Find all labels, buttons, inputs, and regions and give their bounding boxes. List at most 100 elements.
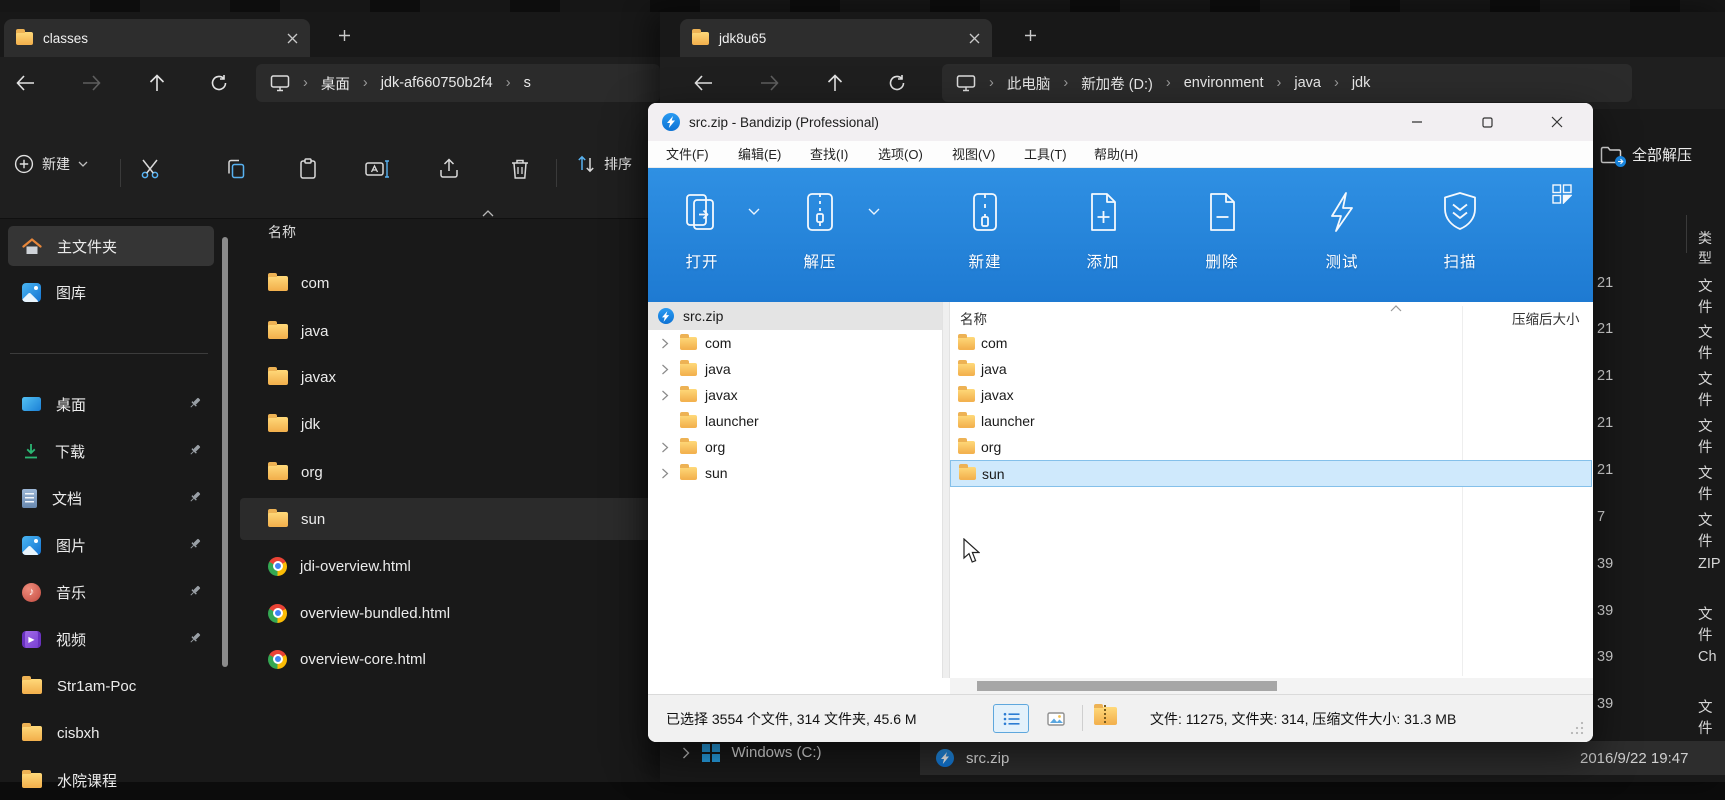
menu-find[interactable]: 查找(I) — [804, 141, 854, 168]
sidebar-item-gallery[interactable]: 图库 — [8, 272, 214, 312]
menu-view[interactable]: 视图(V) — [946, 141, 1001, 168]
breadcrumb-item-jdk[interactable]: jdk-af660750b2f4 — [381, 75, 493, 91]
extract-all-button[interactable]: 全部解压 — [1600, 144, 1692, 165]
horizontal-scrollbar[interactable] — [950, 678, 1593, 694]
column-header-type[interactable]: 类型 — [1698, 228, 1725, 268]
breadcrumb-item-desktop[interactable]: 桌面 — [321, 73, 350, 94]
file-row-peek[interactable]: 39 文件 — [1593, 603, 1725, 633]
new-archive-button[interactable]: 新建 — [939, 189, 1031, 272]
file-row-peek[interactable]: 21 文件 — [1593, 462, 1725, 492]
menu-file[interactable]: 文件(F) — [660, 141, 715, 168]
file-row-peek[interactable]: 21 文件 — [1593, 415, 1725, 445]
new-tab-icon[interactable] — [1024, 29, 1037, 42]
sidebar-scrollbar[interactable] — [222, 237, 228, 667]
archive-row-javax[interactable]: javax — [950, 382, 1592, 408]
up-icon[interactable] — [138, 66, 176, 100]
rename-icon[interactable] — [364, 157, 390, 181]
refresh-icon[interactable] — [878, 66, 916, 100]
share-icon[interactable] — [437, 157, 461, 181]
file-row-peek[interactable]: 39 ZIP — [1593, 556, 1725, 586]
add-button[interactable]: 添加 — [1057, 189, 1149, 272]
scrollbar-thumb[interactable] — [977, 681, 1277, 691]
tree-item-javax[interactable]: javax — [648, 382, 942, 408]
cut-icon[interactable] — [140, 157, 164, 181]
sidebar-item-videos[interactable]: 视频 — [8, 619, 214, 659]
sidebar-item-documents[interactable]: 文档 — [8, 478, 214, 518]
tree-item-launcher[interactable]: launcher — [648, 408, 942, 434]
sidebar-item-shuiyuan[interactable]: 水院课程 — [8, 760, 214, 800]
paste-icon[interactable] — [296, 157, 320, 181]
archive-row-sun-selected[interactable]: sun — [950, 460, 1592, 487]
zip-folder-icon[interactable] — [1094, 707, 1117, 728]
delete-icon[interactable] — [508, 157, 532, 181]
expand-chevron-icon[interactable] — [658, 468, 672, 479]
file-row[interactable]: java — [240, 310, 656, 352]
column-header-name[interactable]: 名称 — [268, 222, 296, 242]
file-row[interactable]: com — [240, 262, 656, 304]
file-row[interactable]: overview-core.html — [240, 638, 656, 680]
test-button[interactable]: 测试 — [1296, 189, 1388, 272]
tree-root-srczip[interactable]: src.zip — [648, 302, 942, 330]
tab-classes[interactable]: classes — [4, 19, 310, 57]
sidebar-item-home[interactable]: 主文件夹 — [8, 226, 214, 266]
details-view-button[interactable] — [993, 704, 1029, 733]
forward-icon[interactable] — [72, 66, 110, 100]
close-tab-icon[interactable] — [287, 33, 298, 44]
maximize-button[interactable] — [1464, 103, 1510, 141]
archive-row-org[interactable]: org — [950, 434, 1592, 460]
sidebar-item-downloads[interactable]: 下载 — [8, 431, 214, 471]
menu-options[interactable]: 选项(O) — [872, 141, 929, 168]
tab-jdk8u65[interactable]: jdk8u65 — [680, 19, 992, 57]
sidebar-item-music[interactable]: 音乐 — [8, 572, 214, 612]
tree-item-java[interactable]: java — [648, 356, 942, 382]
extract-button[interactable]: 解压 — [774, 189, 866, 272]
pane-splitter[interactable] — [942, 302, 950, 678]
sidebar-item-desktop[interactable]: 桌面 — [8, 384, 214, 424]
sidebar-item-str1am-poc[interactable]: Str1am-Poc — [8, 666, 214, 706]
tree-item-com[interactable]: com — [648, 330, 942, 356]
minimize-button[interactable] — [1394, 103, 1440, 141]
file-row[interactable]: jdk — [240, 403, 656, 445]
expand-chevron-icon[interactable] — [658, 338, 672, 349]
this-pc-icon[interactable] — [956, 74, 976, 92]
file-row-peek[interactable]: 21 文件 — [1593, 368, 1725, 398]
chevron-down-icon[interactable] — [748, 208, 760, 215]
tree-item-sun[interactable]: sun — [648, 460, 942, 486]
file-row-peek[interactable]: 39 文件 — [1593, 696, 1725, 726]
forward-icon[interactable] — [750, 66, 788, 100]
thumbnail-view-button[interactable] — [1040, 704, 1072, 733]
chevron-down-icon[interactable] — [868, 208, 880, 215]
close-tab-icon[interactable] — [969, 33, 980, 44]
file-row-srczip[interactable]: src.zip 2016/9/22 19:47 ZIP — [920, 741, 1725, 775]
sidebar-item-pictures[interactable]: 图片 — [8, 525, 214, 565]
archive-row-launcher[interactable]: launcher — [950, 408, 1592, 434]
expand-chevron-icon[interactable] — [658, 390, 672, 401]
this-pc-icon[interactable] — [270, 74, 290, 92]
breadcrumb-item-partial[interactable]: s — [524, 75, 531, 91]
file-row[interactable]: org — [240, 451, 656, 493]
expand-chevron-icon[interactable] — [658, 442, 672, 453]
back-icon[interactable] — [6, 66, 44, 100]
tree-item-windows-c[interactable]: Windows (C:) — [682, 744, 822, 762]
expand-chevron-icon[interactable] — [658, 364, 672, 375]
open-button[interactable]: 打开 — [656, 189, 748, 272]
close-button[interactable] — [1534, 103, 1580, 141]
menu-help[interactable]: 帮助(H) — [1088, 141, 1144, 168]
sidebar-item-cisbxh[interactable]: cisbxh — [8, 713, 214, 753]
breadcrumb-item-volume-d[interactable]: 新加卷 (D:) — [1081, 73, 1153, 94]
title-bar[interactable]: src.zip - Bandizip (Professional) — [648, 103, 1593, 141]
delete-button[interactable]: 删除 — [1176, 189, 1268, 272]
file-row[interactable]: overview-bundled.html — [240, 592, 656, 634]
refresh-icon[interactable] — [200, 66, 238, 100]
archive-row-com[interactable]: com — [950, 330, 1592, 356]
customize-toolbar-icon[interactable] — [1552, 184, 1572, 204]
file-row[interactable]: javax — [240, 356, 656, 398]
tree-item-org[interactable]: org — [648, 434, 942, 460]
file-row-sun[interactable]: sun — [240, 498, 654, 540]
new-button[interactable]: 新建 — [14, 154, 88, 174]
file-row[interactable]: jdi-overview.html — [240, 545, 656, 587]
breadcrumb-item-this-pc[interactable]: 此电脑 — [1007, 73, 1051, 94]
resize-grip[interactable] — [1570, 721, 1584, 735]
file-row-peek[interactable]: 39 Ch — [1593, 649, 1725, 679]
back-icon[interactable] — [684, 66, 722, 100]
